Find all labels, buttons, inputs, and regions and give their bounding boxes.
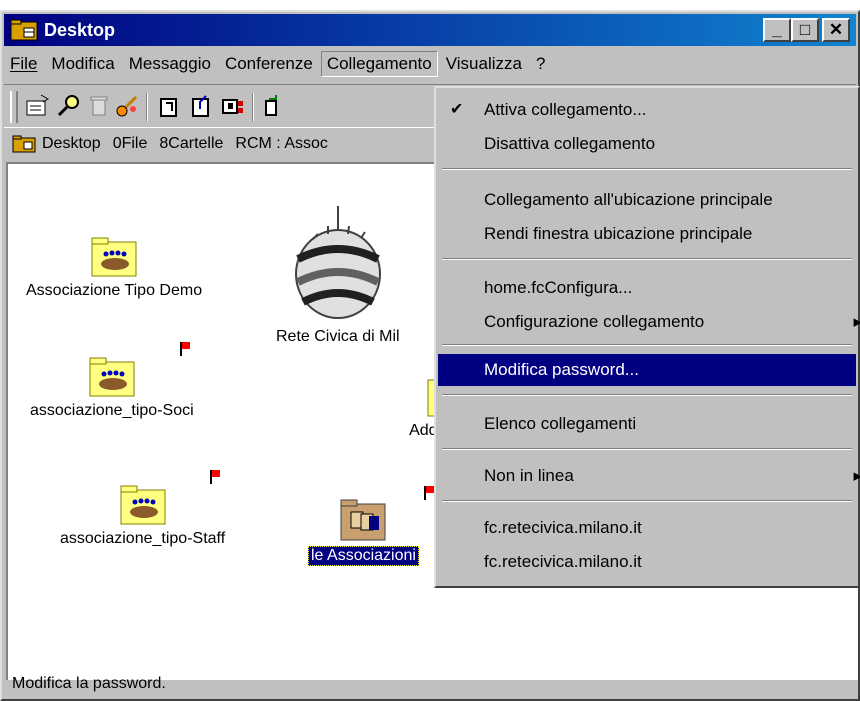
search-icon[interactable] xyxy=(56,93,82,119)
menu-separator xyxy=(442,344,852,346)
status-text: Modifica la password. xyxy=(12,675,166,692)
window-title: Desktop xyxy=(44,19,116,40)
globe-spiral-icon xyxy=(294,206,381,319)
menu-item-rendi-finestra[interactable]: Rendi finestra ubicazione principale xyxy=(438,218,856,250)
icon-label: Rete Civica di Mil xyxy=(276,328,400,345)
contacts-folder-icon xyxy=(340,499,386,541)
toolbar-grip[interactable] xyxy=(10,91,18,123)
document-up-icon[interactable] xyxy=(188,93,214,119)
close-button[interactable]: ✕ xyxy=(822,18,850,42)
rcm-label: RCM : Assoc xyxy=(235,135,328,152)
title-bar[interactable]: Desktop _ □ ✕ xyxy=(4,14,856,46)
keys-icon[interactable] xyxy=(114,93,140,119)
document-icon[interactable] xyxy=(156,93,182,119)
menu-separator xyxy=(442,448,852,450)
user-icon[interactable] xyxy=(260,93,286,119)
menu-item-home-configura[interactable]: home.fcConfigura... xyxy=(438,272,856,304)
new-message-icon[interactable] xyxy=(24,93,50,119)
association-folder-icon xyxy=(89,357,135,397)
menu-item-label: Collegamento all'ubicazione principale xyxy=(484,190,773,209)
menu-collegamento[interactable]: Collegamento xyxy=(320,51,438,77)
icon-label: associazione_tipo-Staff xyxy=(60,530,226,547)
menu-item-disattiva-collegamento[interactable]: Disattiva collegamento xyxy=(438,128,856,160)
menu-item-non-in-linea[interactable]: Non in linea ▸ xyxy=(438,460,860,492)
submenu-arrow-icon: ▸ xyxy=(853,312,860,331)
folder-associazione-tipo-staff[interactable]: associazione_tipo-Staff xyxy=(60,482,225,548)
folder-count: 8Cartelle xyxy=(159,135,224,152)
menu-separator xyxy=(442,258,852,260)
menu-item-collegamento-ubicazione[interactable]: Collegamento all'ubicazione principale xyxy=(438,184,856,216)
menu-file[interactable]: File xyxy=(4,51,43,77)
maximize-button[interactable]: □ xyxy=(791,18,819,42)
icon-label: le Associazioni xyxy=(308,546,419,566)
menu-item-label: fc.retecivica.milano.it xyxy=(484,552,642,571)
trash-icon[interactable] xyxy=(86,93,112,119)
folder-associazione-tipo-demo[interactable]: Associazione Tipo Demo xyxy=(26,234,202,300)
association-folder-icon xyxy=(91,237,137,277)
folder-le-associazioni[interactable]: le Associazioni xyxy=(308,496,419,566)
status-bar: Modifica la password. xyxy=(4,671,856,697)
menu-item-label: Rendi finestra ubicazione principale xyxy=(484,224,753,243)
rete-civica-icon-item[interactable]: Rete Civica di Mil xyxy=(276,204,400,346)
menu-bar: File Modifica Messaggio Conferenze Colle… xyxy=(4,48,856,80)
menu-item-label: fc.retecivica.milano.it xyxy=(484,518,642,537)
menu-separator xyxy=(442,500,852,502)
cards-icon[interactable] xyxy=(220,93,246,119)
menu-separator xyxy=(442,394,852,396)
menu-item-label: home.fcConfigura... xyxy=(484,278,633,297)
association-folder-icon xyxy=(120,485,166,525)
menu-item-label: Attiva collegamento... xyxy=(484,100,647,119)
submenu-arrow-icon: ▸ xyxy=(853,466,860,485)
menu-item-label: Modifica password... xyxy=(484,360,639,379)
check-icon: ✔ xyxy=(450,101,464,118)
folder-associazione-tipo-soci[interactable]: associazione_tipo-Soci xyxy=(30,354,194,420)
collegamento-dropdown: ✔ Attiva collegamento... Disattiva colle… xyxy=(434,86,860,588)
menu-visualizza[interactable]: Visualizza xyxy=(440,51,528,77)
menu-item-configurazione-collegamento[interactable]: Configurazione collegamento ▸ xyxy=(438,306,860,338)
location-label: Desktop xyxy=(42,135,101,152)
menu-item-fc-retecivica-2[interactable]: fc.retecivica.milano.it xyxy=(438,546,856,578)
menu-modifica[interactable]: Modifica xyxy=(45,51,120,77)
icon-label: Associazione Tipo Demo xyxy=(26,282,203,299)
red-flag-icon xyxy=(424,486,434,500)
menu-item-label: Disattiva collegamento xyxy=(484,134,656,153)
menu-item-modifica-password[interactable]: Modifica password... xyxy=(438,354,856,386)
menu-item-label: Non in linea xyxy=(484,466,574,485)
menu-item-label: Elenco collegamenti xyxy=(484,414,637,433)
file-count: 0File xyxy=(112,135,148,152)
menu-separator xyxy=(442,168,852,170)
menu-item-elenco-collegamenti[interactable]: Elenco collegamenti xyxy=(438,408,856,440)
menu-help[interactable]: ? xyxy=(530,51,551,77)
desktop-folder-icon xyxy=(12,135,36,153)
menu-item-attiva-collegamento[interactable]: ✔ Attiva collegamento... xyxy=(438,94,856,126)
desktop-folder-icon xyxy=(10,19,38,41)
minimize-button[interactable]: _ xyxy=(763,18,791,42)
icon-label: associazione_tipo-Soci xyxy=(30,402,194,419)
menu-conferenze[interactable]: Conferenze xyxy=(219,51,319,77)
menu-item-fc-retecivica-1[interactable]: fc.retecivica.milano.it xyxy=(438,512,856,544)
menu-messaggio[interactable]: Messaggio xyxy=(123,51,217,77)
menu-item-label: Configurazione collegamento xyxy=(484,312,705,331)
